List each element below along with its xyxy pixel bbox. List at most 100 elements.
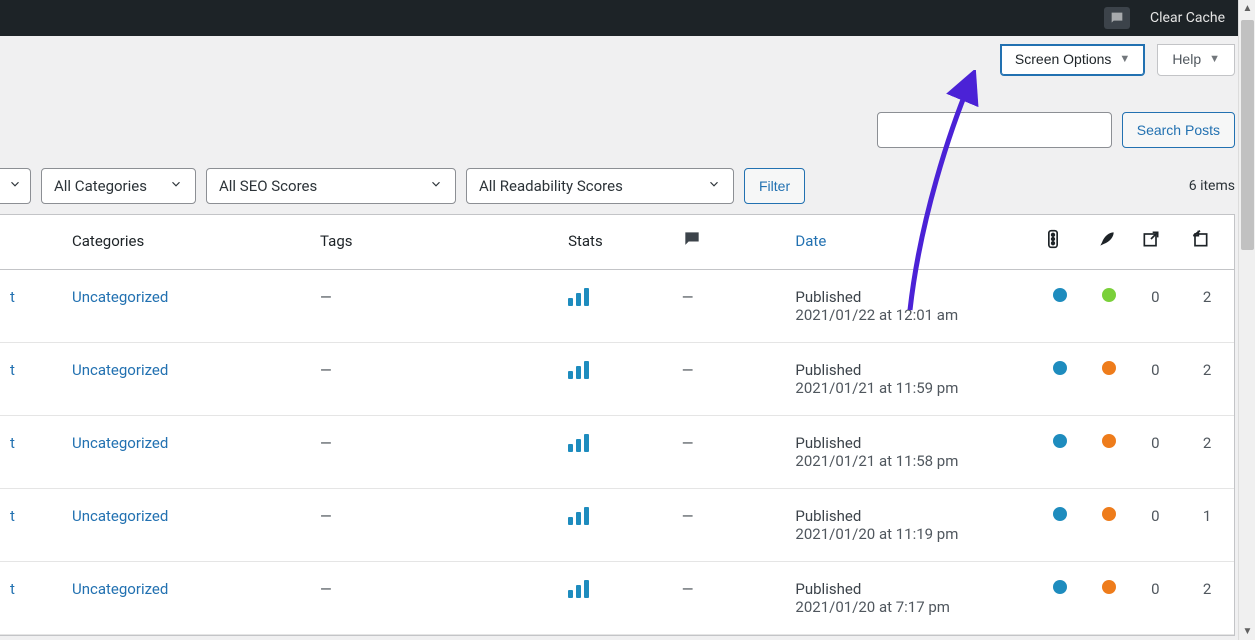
stats-icon[interactable]: [568, 507, 589, 525]
caret-down-icon: ▼: [1209, 53, 1220, 65]
filter-row: All Categories All SEO Scores All Readab…: [0, 168, 1235, 204]
outgoing-links-count: 0: [1131, 562, 1181, 635]
category-link[interactable]: Uncategorized: [72, 361, 168, 379]
seo-score-dot: [1053, 580, 1067, 594]
help-label: Help: [1172, 51, 1201, 67]
col-date-link[interactable]: Date: [795, 232, 826, 250]
stats-icon[interactable]: [568, 361, 589, 379]
filter-categories-select[interactable]: All Categories: [41, 168, 196, 204]
traffic-light-icon: [1043, 229, 1063, 249]
category-link[interactable]: Uncategorized: [72, 507, 168, 525]
adminbar-comments[interactable]: [1094, 0, 1140, 36]
stats-icon[interactable]: [568, 434, 589, 452]
admin-bar: Clear Cache: [0, 0, 1255, 36]
tags-empty: —: [320, 361, 332, 379]
incoming-links-count: 2: [1180, 343, 1234, 416]
post-title-link[interactable]: t: [10, 361, 15, 379]
outgoing-links-count: 0: [1131, 343, 1181, 416]
col-tags[interactable]: Tags: [310, 215, 558, 270]
help-button[interactable]: Help ▼: [1157, 44, 1235, 76]
chevron-down-icon: [707, 177, 721, 195]
outgoing-links-count: 0: [1131, 489, 1181, 562]
readability-score-dot: [1102, 580, 1116, 594]
filter-seo-select[interactable]: All SEO Scores: [206, 168, 456, 204]
filter-seo-label: All SEO Scores: [219, 177, 317, 195]
outgoing-links-icon: [1141, 229, 1161, 249]
date-cell: Published2021/01/21 at 11:59 pm: [785, 343, 1033, 416]
table-row[interactable]: t Uncategorized — — Published2021/01/22 at 1…: [0, 270, 1234, 343]
items-count: 6 items: [1189, 178, 1235, 194]
col-date[interactable]: Date: [785, 215, 1033, 270]
table-row[interactable]: tUncategorized——Published2021/01/21 at 1…: [0, 343, 1234, 416]
col-title[interactable]: [0, 215, 62, 270]
tags-empty: —: [320, 434, 332, 452]
screen-options-label: Screen Options: [1015, 51, 1112, 67]
search-row: Search Posts: [877, 112, 1235, 148]
adminbar-clear-cache[interactable]: Clear Cache: [1140, 0, 1235, 36]
search-input[interactable]: [877, 112, 1112, 148]
stats-icon[interactable]: [568, 288, 589, 306]
posts-table: Categories Tags Stats Date: [0, 214, 1235, 636]
scroll-up-icon[interactable]: ▲: [1239, 0, 1255, 17]
feather-icon: [1097, 229, 1117, 249]
col-categories[interactable]: Categories: [62, 215, 310, 270]
post-title-link[interactable]: t: [10, 288, 15, 306]
table-header-row: Categories Tags Stats Date: [0, 215, 1234, 270]
post-title-link[interactable]: t: [10, 507, 15, 525]
screen-options-button[interactable]: Screen Options ▼: [1000, 44, 1145, 76]
screen-meta: Screen Options ▼ Help ▼: [1000, 44, 1235, 76]
col-outgoing-links[interactable]: [1131, 215, 1181, 270]
scroll-down-icon[interactable]: ▼: [1239, 623, 1255, 640]
tags-empty: —: [320, 507, 332, 525]
tags-empty: —: [320, 580, 332, 598]
readability-score-dot: [1102, 507, 1116, 521]
caret-down-icon: ▼: [1119, 53, 1130, 65]
incoming-links-count: 2: [1180, 562, 1234, 635]
seo-score-dot: [1053, 507, 1067, 521]
date-cell: Published2021/01/22 at 12:01 am: [785, 270, 1033, 343]
filter-button[interactable]: Filter: [744, 168, 805, 204]
category-link[interactable]: Uncategorized: [72, 580, 168, 598]
readability-score-dot: [1102, 434, 1116, 448]
date-cell: Published2021/01/20 at 7:17 pm: [785, 562, 1033, 635]
incoming-links-icon: [1190, 229, 1210, 249]
seo-score-dot: [1053, 361, 1067, 375]
tags-empty: —: [320, 288, 332, 306]
chevron-down-icon: [169, 177, 183, 195]
filter-readability-label: All Readability Scores: [479, 177, 623, 195]
col-stats[interactable]: Stats: [558, 215, 672, 270]
category-link[interactable]: Uncategorized: [72, 434, 168, 452]
adminbar-clear-cache-label: Clear Cache: [1150, 10, 1225, 26]
table-row[interactable]: tUncategorized——Published2021/01/21 at 1…: [0, 416, 1234, 489]
date-cell: Published2021/01/20 at 11:19 pm: [785, 489, 1033, 562]
chevron-down-icon: [429, 177, 443, 195]
category-link[interactable]: Uncategorized: [72, 288, 168, 306]
scrollbar-thumb[interactable]: [1241, 20, 1254, 250]
comments-empty: —: [682, 507, 694, 525]
post-title-link[interactable]: t: [10, 434, 15, 452]
table-row[interactable]: t Uncategorized — — Published2021/01/20 at 1…: [0, 489, 1234, 562]
col-seo-score[interactable]: [1033, 215, 1087, 270]
incoming-links-count: 1: [1180, 489, 1234, 562]
stats-icon[interactable]: [568, 580, 589, 598]
col-comments[interactable]: [672, 215, 786, 270]
scrollbar[interactable]: ▲ ▼: [1238, 0, 1255, 640]
seo-score-dot: [1053, 434, 1067, 448]
comments-empty: —: [682, 288, 694, 306]
col-readability-score[interactable]: [1087, 215, 1130, 270]
table-row[interactable]: tUncategorized——Published2021/01/20 at 7…: [0, 562, 1234, 635]
filter-readability-select[interactable]: All Readability Scores: [466, 168, 734, 204]
select-partial-left[interactable]: [0, 168, 31, 204]
readability-score-dot: [1102, 288, 1116, 302]
col-incoming-links[interactable]: [1180, 215, 1234, 270]
outgoing-links-count: 0: [1131, 416, 1181, 489]
search-posts-button[interactable]: Search Posts: [1122, 112, 1235, 148]
incoming-links-count: 2: [1180, 270, 1234, 343]
post-title-link[interactable]: t: [10, 580, 15, 598]
outgoing-links-count: 0: [1131, 270, 1181, 343]
date-cell: Published2021/01/21 at 11:58 pm: [785, 416, 1033, 489]
filter-categories-label: All Categories: [54, 177, 147, 195]
incoming-links-count: 2: [1180, 416, 1234, 489]
chevron-down-icon: [8, 177, 22, 195]
readability-score-dot: [1102, 361, 1116, 375]
